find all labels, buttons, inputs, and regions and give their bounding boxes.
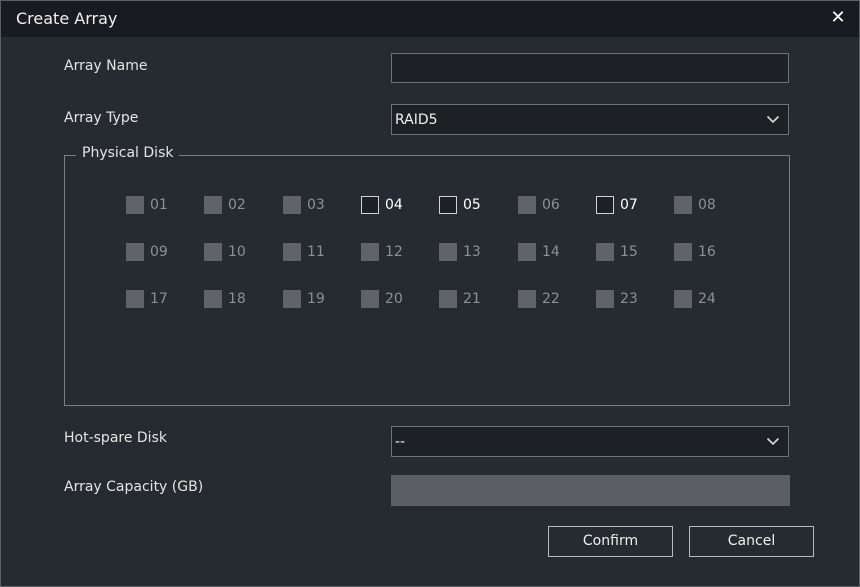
array-capacity-label: Array Capacity (GB)	[64, 479, 204, 495]
disk-label: 07	[620, 197, 638, 213]
disk-label: 05	[463, 197, 481, 213]
physical-disk-group	[64, 155, 790, 406]
disk-label: 19	[307, 291, 325, 307]
disk-checkbox	[439, 290, 457, 308]
chevron-down-icon	[766, 437, 780, 446]
dialog-title: Create Array	[16, 9, 118, 28]
disk-checkbox	[204, 196, 222, 214]
hot-spare-label: Hot-spare Disk	[64, 430, 167, 446]
disk-label: 18	[228, 291, 246, 307]
array-type-select[interactable]: RAID5	[391, 104, 789, 135]
disk-checkbox	[596, 243, 614, 261]
disk-checkbox	[126, 196, 144, 214]
disk-checkbox	[283, 243, 301, 261]
confirm-button[interactable]: Confirm	[548, 526, 673, 557]
cancel-button[interactable]: Cancel	[689, 526, 814, 557]
disk-checkbox[interactable]	[596, 196, 614, 214]
disk-checkbox	[126, 290, 144, 308]
disk-label: 09	[150, 244, 168, 260]
disk-label: 21	[463, 291, 481, 307]
disk-label: 14	[542, 244, 560, 260]
disk-checkbox	[126, 243, 144, 261]
disk-label: 08	[698, 197, 716, 213]
chevron-down-icon	[766, 115, 780, 124]
disk-checkbox	[518, 243, 536, 261]
disk-label: 23	[620, 291, 638, 307]
disk-checkbox	[518, 196, 536, 214]
disk-checkbox	[361, 243, 379, 261]
disk-label: 20	[385, 291, 403, 307]
disk-checkbox	[518, 290, 536, 308]
create-array-dialog: Create Array ✕ Array Name Array Type RAI…	[0, 0, 860, 587]
disk-checkbox	[674, 290, 692, 308]
disk-label: 22	[542, 291, 560, 307]
close-icon[interactable]: ✕	[829, 8, 847, 28]
disk-label: 01	[150, 197, 168, 213]
disk-label: 15	[620, 244, 638, 260]
array-type-value: RAID5	[395, 112, 438, 128]
array-name-input[interactable]	[391, 53, 789, 83]
hot-spare-value: --	[395, 434, 406, 450]
disk-label: 24	[698, 291, 716, 307]
physical-disk-legend: Physical Disk	[76, 144, 180, 162]
disk-checkbox[interactable]	[361, 196, 379, 214]
disk-checkbox	[674, 196, 692, 214]
disk-label: 10	[228, 244, 246, 260]
disk-checkbox	[439, 243, 457, 261]
array-name-label: Array Name	[64, 58, 148, 74]
disk-checkbox	[674, 243, 692, 261]
disk-checkbox	[283, 196, 301, 214]
disk-checkbox	[283, 290, 301, 308]
disk-label: 11	[307, 244, 325, 260]
array-type-label: Array Type	[64, 110, 139, 126]
disk-checkbox	[361, 290, 379, 308]
disk-label: 03	[307, 197, 325, 213]
disk-label: 02	[228, 197, 246, 213]
array-capacity-field	[391, 475, 790, 506]
disk-checkbox	[204, 243, 222, 261]
disk-checkbox	[596, 290, 614, 308]
disk-label: 04	[385, 197, 403, 213]
disk-label: 17	[150, 291, 168, 307]
disk-checkbox	[204, 290, 222, 308]
disk-checkbox[interactable]	[439, 196, 457, 214]
disk-label: 13	[463, 244, 481, 260]
disk-label: 16	[698, 244, 716, 260]
title-bar: Create Array ✕	[1, 1, 859, 37]
disk-label: 06	[542, 197, 560, 213]
disk-label: 12	[385, 244, 403, 260]
hot-spare-select[interactable]: --	[391, 426, 789, 457]
